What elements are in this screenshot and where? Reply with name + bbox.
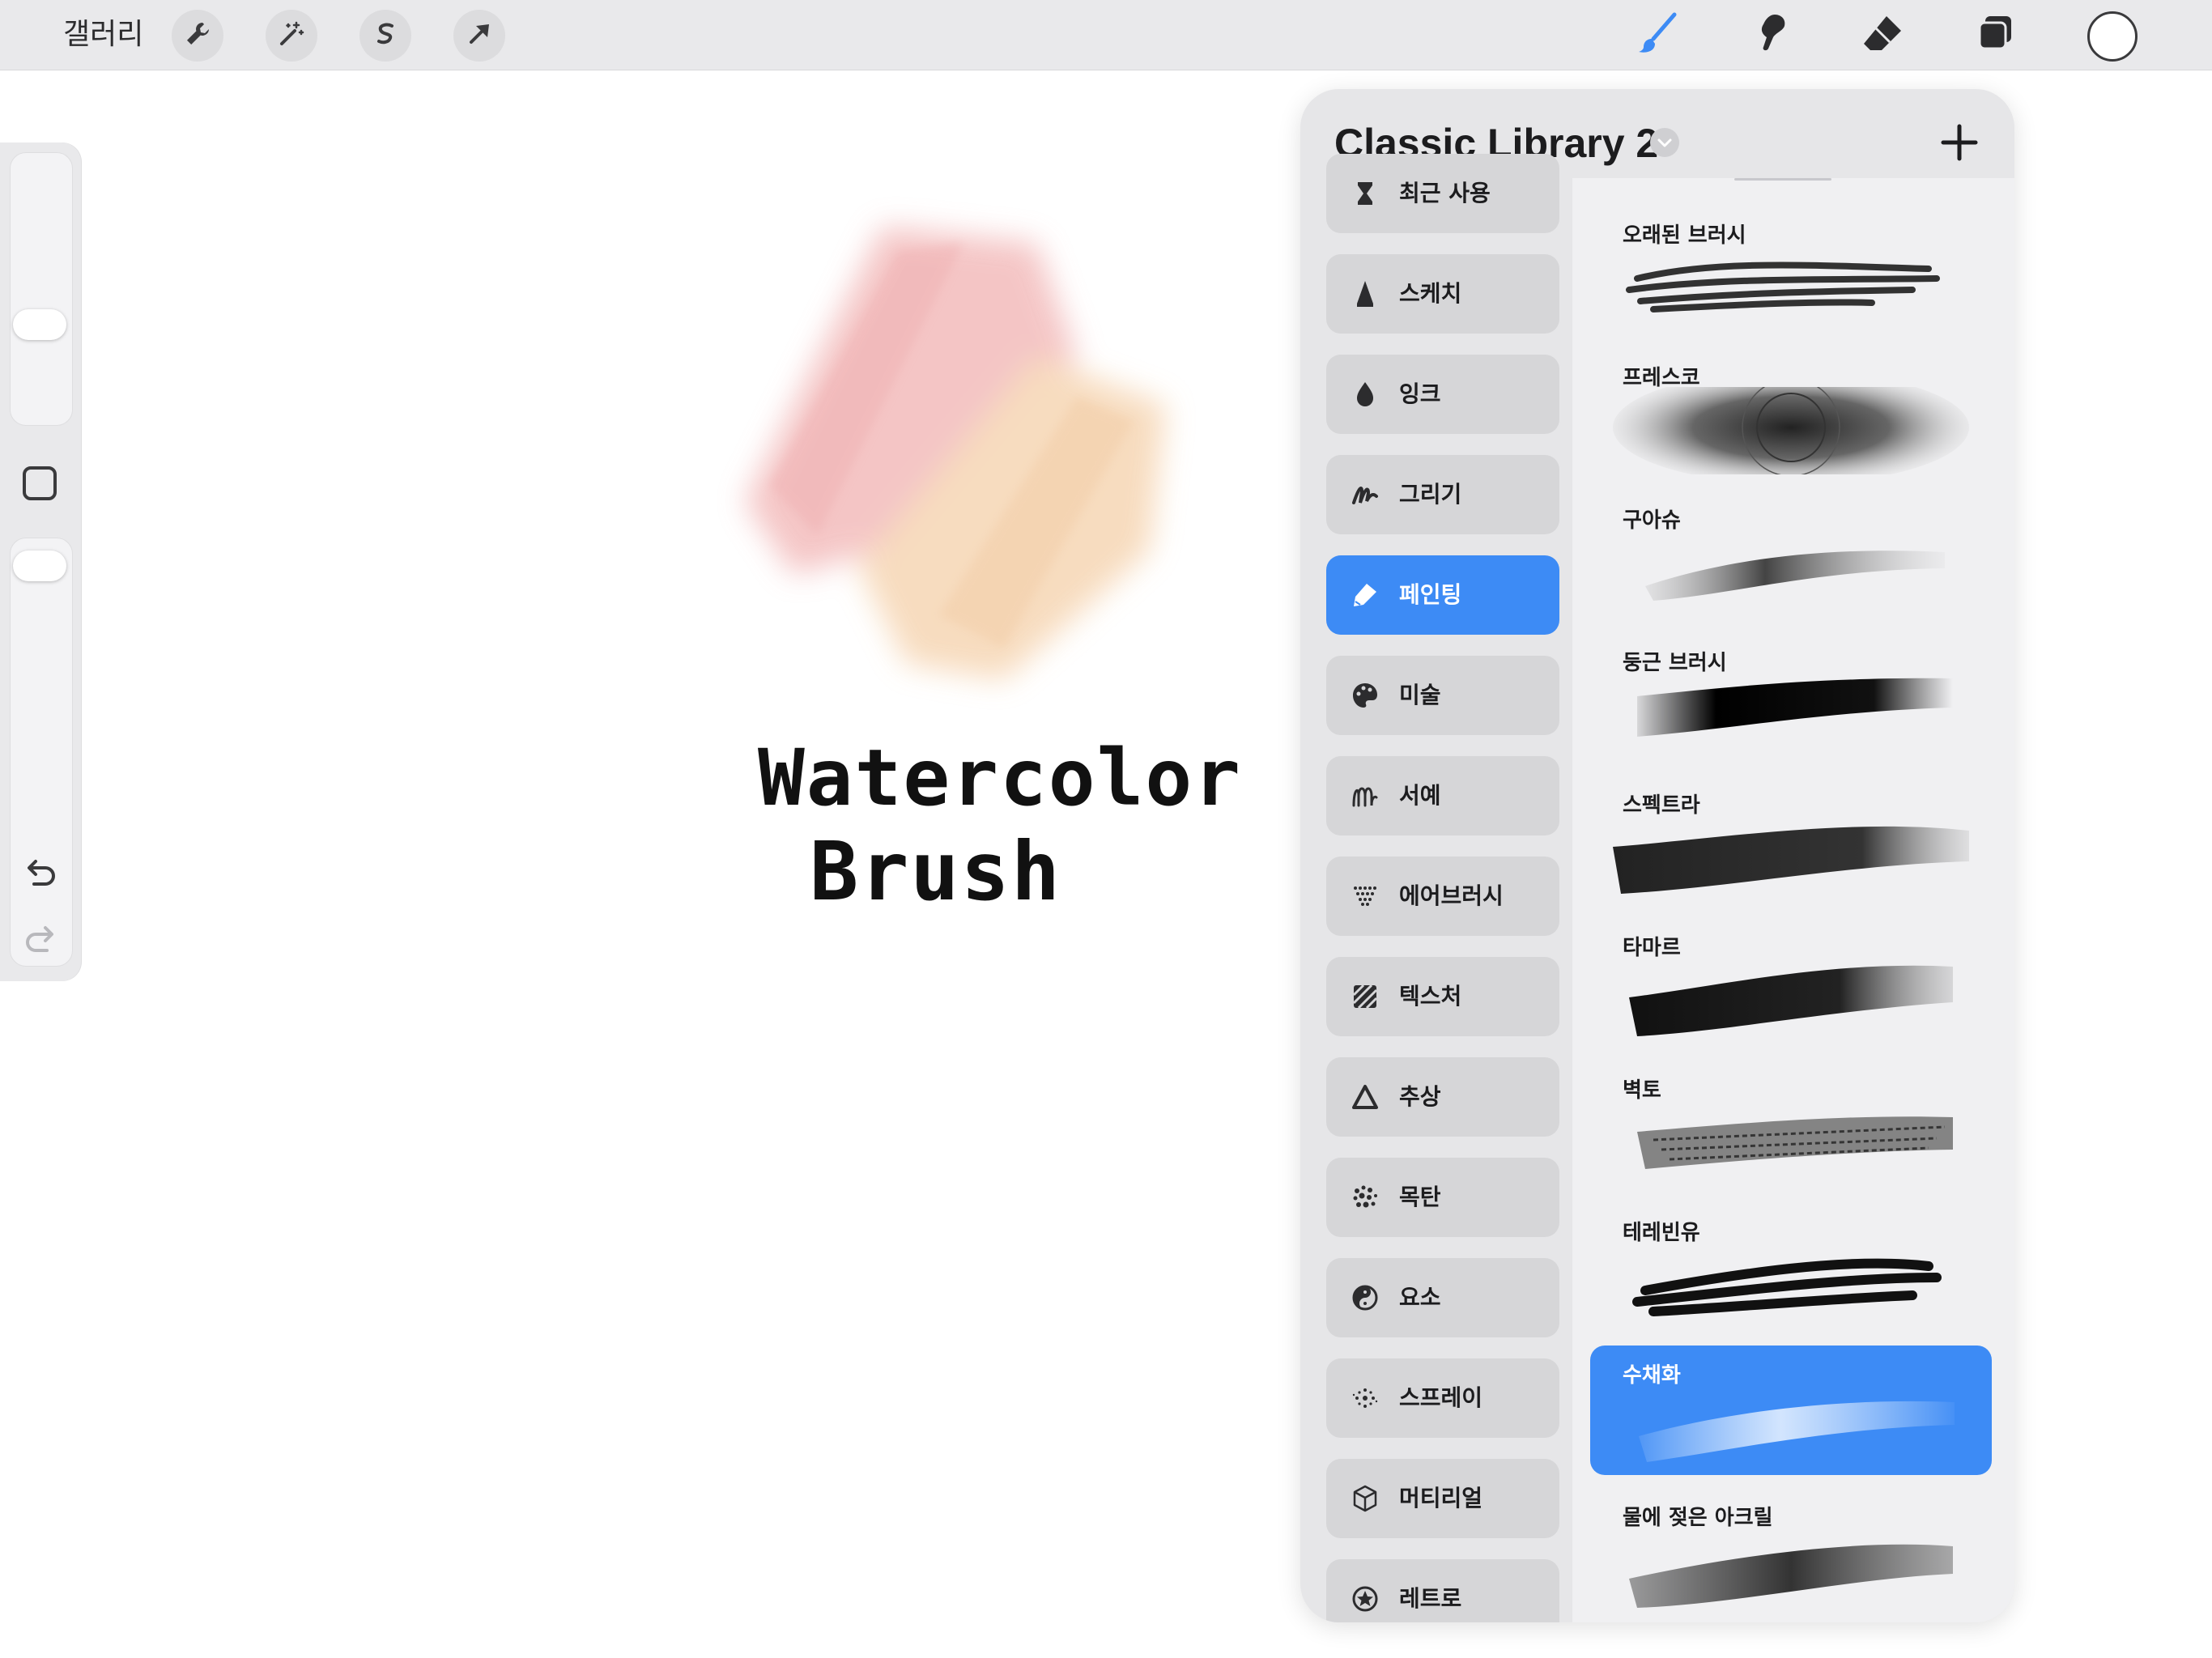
canvas-text-line1: Watercolor bbox=[758, 733, 1242, 823]
undo-button[interactable] bbox=[19, 852, 62, 894]
brush-stroke-preview bbox=[1637, 678, 1953, 737]
spray-icon bbox=[1349, 1382, 1381, 1414]
airbrush-icon bbox=[1349, 880, 1381, 912]
charcoal-dots-icon bbox=[1349, 1181, 1381, 1214]
canvas-text-line2: Brush bbox=[810, 824, 1062, 919]
pencil-tip-icon bbox=[1349, 278, 1381, 310]
brush-list: 오래된 브러시 프레스코 구아슈 둥근 브러시 스펙트라 타마르 벽토 테레빈유… bbox=[1572, 178, 2014, 1622]
calligraphy-icon bbox=[1349, 780, 1381, 812]
chevron-down-icon bbox=[1650, 138, 1679, 160]
gallery-button[interactable]: 갤러리 bbox=[63, 15, 143, 55]
library-menu-button[interactable] bbox=[1650, 128, 1679, 157]
undo-icon bbox=[19, 860, 62, 897]
category-elements[interactable]: 요소 bbox=[1326, 1258, 1559, 1337]
modify-square-button[interactable] bbox=[23, 466, 57, 500]
brush-size-thumb[interactable] bbox=[13, 309, 66, 340]
redo-icon bbox=[19, 926, 62, 963]
category-recent[interactable]: 최근 사용 bbox=[1326, 154, 1559, 233]
brush-item-turpentine[interactable]: 테레빈유 bbox=[1572, 1203, 2014, 1333]
left-sidebar bbox=[0, 142, 81, 981]
brush-stroke-preview bbox=[1629, 1544, 1953, 1608]
brush-item-wet-acrylic[interactable]: 물에 젖은 아크릴 bbox=[1572, 1488, 2014, 1618]
cube-icon bbox=[1349, 1482, 1381, 1515]
brush-item-fresco[interactable]: 프레스코 bbox=[1572, 348, 2014, 478]
category-abstract[interactable]: 추상 bbox=[1326, 1057, 1559, 1137]
wrench-icon bbox=[183, 19, 212, 52]
brush-item-round-brush[interactable]: 둥근 브러시 bbox=[1572, 633, 2014, 763]
category-artistic[interactable]: 미술 bbox=[1326, 656, 1559, 735]
magic-wand-icon bbox=[277, 19, 306, 52]
hourglass-icon bbox=[1349, 177, 1381, 210]
selection-button[interactable] bbox=[359, 10, 411, 62]
selection-icon bbox=[371, 19, 400, 52]
brush-icon bbox=[1634, 10, 1681, 60]
scroll-hint bbox=[1734, 178, 1831, 181]
triangle-icon bbox=[1349, 1081, 1381, 1113]
paint-brush-tool-button[interactable] bbox=[1631, 8, 1684, 62]
brush-stroke-preview bbox=[1613, 826, 1969, 894]
brush-library-panel: Classic Library 2 최근 사용 스케치 잉크 그리기 페인팅 미… bbox=[1300, 89, 2014, 1622]
category-airbrush[interactable]: 에어브러시 bbox=[1326, 857, 1559, 936]
category-calligraphy[interactable]: 서예 bbox=[1326, 756, 1559, 835]
ink-drop-icon bbox=[1349, 378, 1381, 410]
palette-icon bbox=[1349, 679, 1381, 712]
brush-stroke-preview bbox=[1632, 1258, 1942, 1316]
smudge-icon bbox=[1746, 10, 1793, 60]
top-toolbar: 갤러리 bbox=[0, 0, 2212, 70]
brush-item-stucco[interactable]: 벽토 bbox=[1572, 1061, 2014, 1190]
add-brush-button[interactable] bbox=[1937, 120, 1982, 165]
brush-item-old-brush[interactable]: 오래된 브러시 bbox=[1572, 206, 2014, 335]
brush-stroke-preview bbox=[1639, 1401, 1955, 1462]
brush-stroke-preview bbox=[1645, 551, 1945, 601]
brush-stroke-preview bbox=[1613, 387, 1969, 474]
adjustments-button[interactable] bbox=[266, 10, 317, 62]
opacity-slider[interactable] bbox=[10, 538, 73, 967]
eraser-icon bbox=[1859, 10, 1906, 60]
brush-size-slider[interactable] bbox=[10, 152, 73, 426]
brush-item-watercolor[interactable]: 수채화 bbox=[1590, 1346, 1992, 1475]
texture-icon bbox=[1349, 980, 1381, 1013]
layers-icon bbox=[1972, 10, 2019, 60]
layers-button[interactable] bbox=[1969, 8, 2023, 62]
category-painting[interactable]: 페인팅 bbox=[1326, 555, 1559, 635]
brush-stroke-preview bbox=[1629, 965, 1953, 1036]
actions-button[interactable] bbox=[172, 10, 223, 62]
brush-category-list: 최근 사용 스케치 잉크 그리기 페인팅 미술 서예 에어브러시 텍스처 추상 … bbox=[1321, 154, 1559, 1622]
scribble-icon bbox=[1349, 478, 1381, 511]
category-sketch[interactable]: 스케치 bbox=[1326, 254, 1559, 334]
brush-stroke-preview bbox=[1637, 1116, 1953, 1169]
category-retro[interactable]: 레트로 bbox=[1326, 1559, 1559, 1622]
transform-arrow-icon bbox=[465, 19, 494, 52]
category-texture[interactable]: 텍스처 bbox=[1326, 957, 1559, 1036]
redo-button[interactable] bbox=[19, 918, 62, 960]
paint-brush-icon bbox=[1349, 579, 1381, 611]
category-charcoal[interactable]: 목탄 bbox=[1326, 1158, 1559, 1237]
opacity-thumb[interactable] bbox=[13, 551, 66, 581]
brush-item-spectra[interactable]: 스펙트라 bbox=[1572, 776, 2014, 905]
plus-icon bbox=[1937, 124, 1982, 168]
star-circle-icon bbox=[1349, 1583, 1381, 1615]
category-ink[interactable]: 잉크 bbox=[1326, 355, 1559, 434]
color-picker-button[interactable] bbox=[2087, 11, 2138, 62]
watercolor-wash-artwork bbox=[696, 194, 1231, 712]
category-spray[interactable]: 스프레이 bbox=[1326, 1358, 1559, 1438]
eraser-tool-button[interactable] bbox=[1856, 8, 1909, 62]
brush-item-gouache[interactable]: 구아슈 bbox=[1572, 491, 2014, 620]
category-drawing[interactable]: 그리기 bbox=[1326, 455, 1559, 534]
yin-yang-icon bbox=[1349, 1282, 1381, 1314]
transform-button[interactable] bbox=[453, 10, 505, 62]
brush-item-tamar[interactable]: 타마르 bbox=[1572, 918, 2014, 1048]
brush-stroke-preview bbox=[1626, 261, 1940, 312]
smudge-tool-button[interactable] bbox=[1742, 8, 1796, 62]
category-materials[interactable]: 머티리얼 bbox=[1326, 1459, 1559, 1538]
